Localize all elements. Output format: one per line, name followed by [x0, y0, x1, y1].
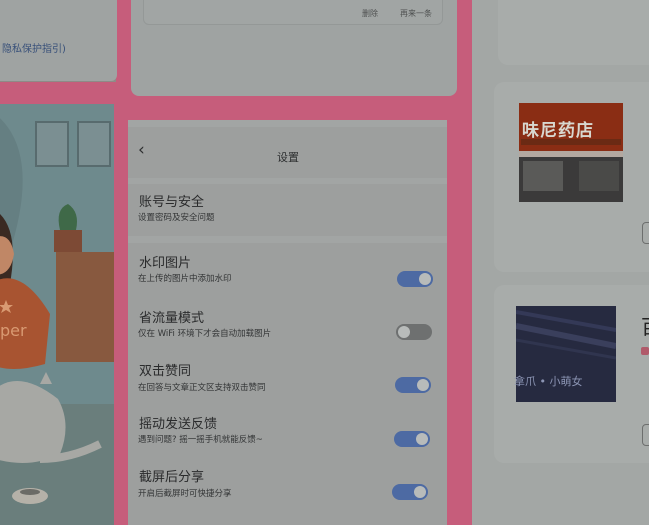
data-saver-title: 省流量模式	[139, 311, 205, 326]
frame-divider-inner-right	[447, 104, 457, 525]
girl-with-cat-illustration: per	[0, 104, 114, 525]
page-title: 设置	[277, 151, 299, 164]
frame-divider-right	[457, 0, 472, 525]
data-saver-subtitle: 仅在 WiFi 环境下才会自动加载图片	[138, 329, 272, 339]
toggle-knob	[414, 486, 426, 498]
illustration-panel: per	[0, 104, 114, 525]
toggle-knob	[417, 379, 429, 391]
card-action-button[interactable]	[642, 222, 649, 244]
toggle-knob	[398, 326, 410, 338]
screenshot-share-toggle[interactable]	[392, 484, 428, 500]
next-button[interactable]: 再来一条	[400, 8, 432, 19]
back-arrow-icon[interactable]: ‹	[138, 140, 145, 160]
feed-card[interactable]	[498, 0, 649, 65]
shake-feedback-subtitle: 遇到问题? 摇一摇手机就能反馈~	[138, 435, 263, 445]
screenshot-share-subtitle: 开启后截屏时可快捷分享	[138, 489, 232, 499]
star-rating-icon	[641, 347, 649, 355]
watermark-subtitle: 在上传的图片中添加水印	[138, 274, 232, 284]
watermark-title: 水印图片	[139, 256, 192, 271]
watermark-toggle[interactable]	[397, 271, 433, 287]
screenshot-share-title: 截屏后分享	[139, 470, 205, 485]
toggle-knob	[416, 433, 428, 445]
shake-feedback-title: 摇动发送反馈	[139, 417, 218, 432]
shop-sign-text: 味尼药店	[522, 121, 594, 141]
toggle-knob	[419, 273, 431, 285]
frame-divider-phone-top	[128, 104, 447, 120]
night-photo-caption: 拿爪 • 小萌女	[514, 375, 583, 388]
shake-feedback-toggle[interactable]	[394, 431, 430, 447]
delete-button[interactable]: 删除	[362, 8, 378, 19]
card-action-button[interactable]	[642, 424, 649, 446]
privacy-link[interactable]: 隐私保护指引)	[2, 40, 66, 55]
feedback-input-box[interactable]	[143, 0, 443, 25]
svg-text:per: per	[0, 321, 27, 340]
frame-divider-inner	[114, 104, 128, 525]
double-tap-like-toggle[interactable]	[395, 377, 431, 393]
account-security-subtitle: 设置密码及安全问题	[138, 213, 215, 223]
card-title-partial: 百	[641, 311, 649, 340]
double-tap-like-subtitle: 在回答与文章正文区支持双击赞同	[138, 383, 266, 393]
double-tap-like-title: 双击赞同	[139, 364, 192, 379]
account-security-title: 账号与安全	[139, 195, 205, 210]
data-saver-toggle[interactable]	[396, 324, 432, 340]
